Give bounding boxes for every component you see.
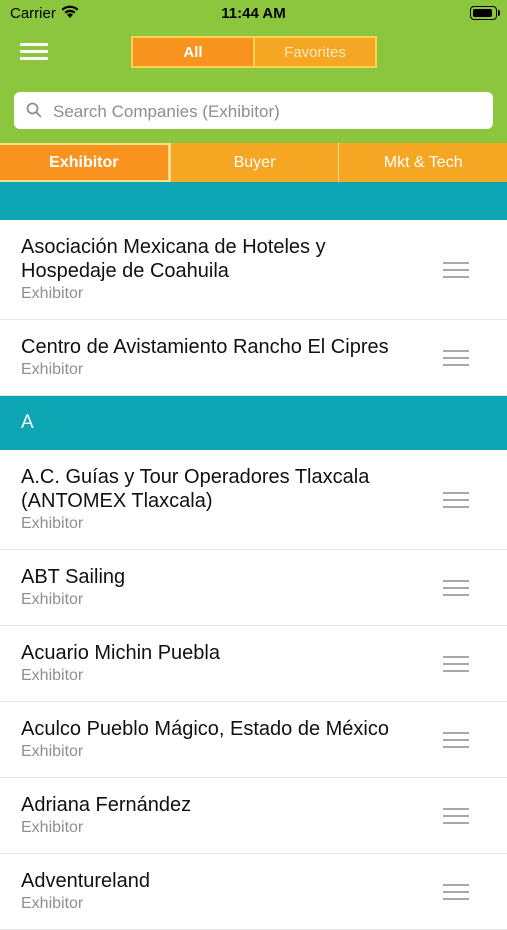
tab-exhibitor[interactable]: Exhibitor xyxy=(0,143,170,182)
company-name: Aculco Pueblo Mágico, Estado de México xyxy=(21,718,389,740)
company-list: Asociación Mexicana de Hoteles y Hospeda… xyxy=(0,182,507,930)
company-name: ABT Sailing xyxy=(21,566,126,588)
company-type: Exhibitor xyxy=(21,515,84,532)
list-item[interactable]: Centro de Avistamiento Rancho El Cipres … xyxy=(0,320,507,396)
company-name: Acuario Michin Puebla xyxy=(21,642,220,664)
company-type: Exhibitor xyxy=(21,743,84,760)
tab-buyer[interactable]: Buyer xyxy=(169,143,339,182)
search-box xyxy=(14,92,493,131)
drag-handle-icon[interactable] xyxy=(443,579,469,596)
drag-handle-icon[interactable] xyxy=(443,807,469,824)
drag-handle-icon[interactable] xyxy=(443,349,469,366)
list-item[interactable]: Aculco Pueblo Mágico, Estado de México E… xyxy=(0,702,507,778)
company-type: Exhibitor xyxy=(21,667,84,684)
company-name: Centro de Avistamiento Rancho El Cipres xyxy=(21,336,389,358)
status-bar: Carrier 11:44 AM xyxy=(0,0,507,28)
list-item[interactable]: Adventureland Exhibitor xyxy=(0,854,507,930)
list-item[interactable]: A.C. Guías y Tour Operadores Tlaxcala (A… xyxy=(0,450,507,550)
company-type: Exhibitor xyxy=(21,285,84,302)
battery-icon xyxy=(470,6,500,20)
search-input[interactable] xyxy=(51,92,485,131)
segment-all[interactable]: All xyxy=(133,38,253,66)
list-item[interactable]: Asociación Mexicana de Hoteles y Hospeda… xyxy=(0,220,507,320)
header-bar: Carrier 11:44 AM All Favorites xyxy=(0,0,507,143)
company-type: Exhibitor xyxy=(21,895,84,912)
search-icon xyxy=(26,102,42,118)
segment-favorites[interactable]: Favorites xyxy=(253,38,375,66)
list-item[interactable]: Adriana Fernández Exhibitor xyxy=(0,778,507,854)
drag-handle-icon[interactable] xyxy=(443,261,469,278)
company-name: Adriana Fernández xyxy=(21,794,192,816)
drag-handle-icon[interactable] xyxy=(443,731,469,748)
company-type: Exhibitor xyxy=(21,819,84,836)
section-header xyxy=(0,182,507,220)
company-name: Asociación Mexicana de Hoteles y Hospeda… xyxy=(21,236,326,282)
drag-handle-icon[interactable] xyxy=(443,491,469,508)
section-header: A xyxy=(0,396,507,450)
tab-mkt-tech[interactable]: Mkt & Tech xyxy=(338,143,507,182)
list-item[interactable]: ABT Sailing Exhibitor xyxy=(0,550,507,626)
company-type: Exhibitor xyxy=(21,591,84,608)
company-name: A.C. Guías y Tour Operadores Tlaxcala (A… xyxy=(21,466,370,512)
list-item[interactable]: Acuario Michin Puebla Exhibitor xyxy=(0,626,507,702)
status-time: 11:44 AM xyxy=(221,5,286,22)
category-tabs: Exhibitor Buyer Mkt & Tech xyxy=(0,143,507,182)
filter-segmented-control: All Favorites xyxy=(131,36,377,68)
drag-handle-icon[interactable] xyxy=(443,883,469,900)
company-name: Adventureland xyxy=(21,870,150,892)
company-type: Exhibitor xyxy=(21,361,84,378)
drag-handle-icon[interactable] xyxy=(443,655,469,672)
hamburger-menu-icon[interactable] xyxy=(20,41,48,63)
